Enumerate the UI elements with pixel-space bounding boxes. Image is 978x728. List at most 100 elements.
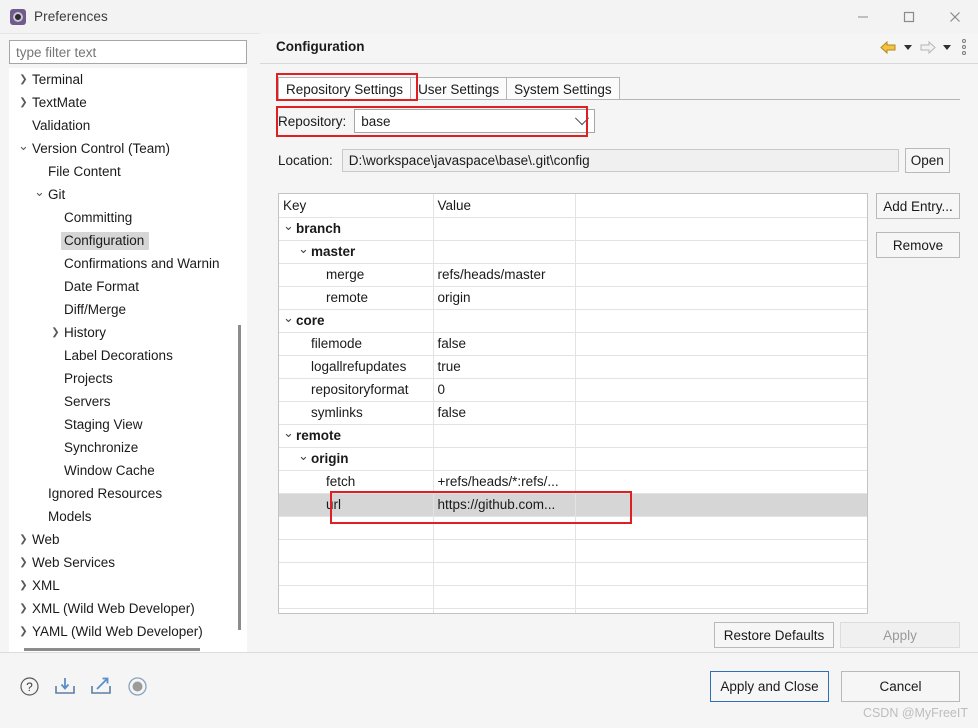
tree-item-yaml-wild-web-developer[interactable]: ❯ YAML (Wild Web Developer)	[9, 620, 247, 643]
table-cell-extra	[575, 608, 867, 613]
tree-item-projects[interactable]: Projects	[9, 367, 247, 390]
tree-item-diff-merge[interactable]: Diff/Merge	[9, 298, 247, 321]
tree-item-confirmations-and-warnin[interactable]: Confirmations and Warnin	[9, 252, 247, 275]
table-row[interactable]	[279, 539, 867, 563]
back-dropdown-caret-icon[interactable]	[900, 36, 915, 58]
chevron-right-icon[interactable]: ❯	[15, 626, 32, 637]
tree-item-git[interactable]: ⌄ Git	[9, 183, 247, 206]
tree-item-validation[interactable]: Validation	[9, 114, 247, 137]
maximize-button[interactable]	[886, 0, 932, 33]
preferences-tree[interactable]: ❯ Terminal ❯ TextMate Validation ⌄ Version Con…	[9, 68, 247, 645]
chevron-down-icon[interactable]: ⌄	[298, 448, 311, 464]
apply-and-close-button[interactable]: Apply and Close	[710, 671, 829, 702]
export-preferences-icon[interactable]	[90, 675, 112, 697]
tree-item-history[interactable]: ❯ History	[9, 321, 247, 344]
forward-dropdown-caret-icon[interactable]	[939, 36, 954, 58]
table-row[interactable]: logallrefupdates true	[279, 355, 867, 379]
tree-item-servers[interactable]: Servers	[9, 390, 247, 413]
chevron-right-icon[interactable]: ❯	[15, 557, 32, 568]
table-row[interactable]: symlinks false	[279, 401, 867, 425]
table-row[interactable]: ⌄ branch	[279, 217, 867, 241]
remove-button[interactable]: Remove	[876, 232, 960, 258]
tab-system-settings[interactable]: System Settings	[506, 77, 620, 100]
repository-combo[interactable]: base	[354, 109, 596, 133]
tree-item-committing[interactable]: Committing	[9, 206, 247, 229]
view-menu-kebab-icon[interactable]	[956, 36, 972, 58]
tree-item-file-content[interactable]: File Content	[9, 160, 247, 183]
table-key-label: logallrefupdates	[311, 359, 407, 374]
tab-user-settings[interactable]: User Settings	[410, 77, 508, 100]
table-row[interactable]	[279, 562, 867, 586]
tree-item-window-cache[interactable]: Window Cache	[9, 459, 247, 482]
table-key-label: symlinks	[311, 405, 363, 420]
table-column-header[interactable]	[575, 194, 867, 218]
tree-item-terminal[interactable]: ❯ Terminal	[9, 68, 247, 91]
chevron-down-icon[interactable]: ⌄	[15, 139, 32, 152]
chevron-down-icon[interactable]: ⌄	[31, 185, 48, 198]
chevron-right-icon[interactable]: ❯	[15, 97, 32, 108]
table-row[interactable]: ⌄ origin	[279, 447, 867, 471]
tree-item-configuration[interactable]: Configuration	[9, 229, 247, 252]
tree-item-staging-view[interactable]: Staging View	[9, 413, 247, 436]
table-cell-extra	[575, 539, 867, 563]
table-key-label: remote	[296, 428, 342, 443]
chevron-right-icon[interactable]: ❯	[15, 74, 32, 85]
tree-item-textmate[interactable]: ❯ TextMate	[9, 91, 247, 114]
restore-defaults-button[interactable]: Restore Defaults	[714, 622, 834, 648]
chevron-right-icon[interactable]: ❯	[15, 580, 32, 591]
help-question-icon[interactable]: ?	[18, 675, 40, 697]
back-arrow-icon[interactable]	[878, 36, 898, 58]
table-row[interactable]: merge refs/heads/master	[279, 263, 867, 287]
tree-item-xml-wild-web-developer[interactable]: ❯ XML (Wild Web Developer)	[9, 597, 247, 620]
tree-item-models[interactable]: Models	[9, 505, 247, 528]
table-row[interactable]	[279, 585, 867, 609]
tree-vertical-scroll-thumb[interactable]	[238, 325, 241, 630]
table-row[interactable]: remote origin	[279, 286, 867, 310]
cancel-button[interactable]: Cancel	[841, 671, 960, 702]
tree-item-ignored-resources[interactable]: Ignored Resources	[9, 482, 247, 505]
minimize-button[interactable]	[840, 0, 886, 33]
tree-item-label-decorations[interactable]: Label Decorations	[9, 344, 247, 367]
forward-arrow-icon[interactable]	[917, 36, 937, 58]
table-row[interactable]	[279, 516, 867, 540]
table-row[interactable]: ⌄ master	[279, 240, 867, 264]
record-circle-icon[interactable]	[126, 675, 148, 697]
table-row[interactable]: repositoryformat 0	[279, 378, 867, 402]
table-column-header[interactable]: Value	[433, 194, 576, 218]
chevron-down-icon[interactable]: ⌄	[283, 218, 296, 234]
chevron-down-icon[interactable]: ⌄	[298, 241, 311, 257]
location-field[interactable]: D:\workspace\javaspace\base\.git\config	[341, 149, 899, 172]
config-table[interactable]: Key Value ⌄ branch ⌄ master merge refs/heads/m…	[278, 193, 868, 614]
table-row[interactable]: url https://github.com...	[279, 493, 867, 517]
chevron-right-icon[interactable]: ❯	[15, 603, 32, 614]
table-row[interactable]: fetch +refs/heads/*:refs/...	[279, 470, 867, 494]
table-cell-value: 0	[433, 378, 576, 402]
filter-input[interactable]	[9, 40, 247, 64]
tab-repository-settings[interactable]: Repository Settings	[278, 77, 412, 100]
apply-button[interactable]: Apply	[840, 622, 960, 648]
add-entry-button[interactable]: Add Entry...	[876, 193, 960, 219]
table-row[interactable]	[279, 608, 867, 613]
tree-item-version-control-team[interactable]: ⌄ Version Control (Team)	[9, 137, 247, 160]
table-column-header[interactable]: Key	[279, 194, 434, 218]
tree-item-synchronize[interactable]: Synchronize	[9, 436, 247, 459]
dialog-footer: ? Apply and Close Cancel	[0, 652, 978, 728]
chevron-right-icon[interactable]: ❯	[15, 534, 32, 545]
import-preferences-icon[interactable]	[54, 675, 76, 697]
tree-vertical-scrollbar[interactable]	[236, 72, 244, 642]
open-button[interactable]: Open	[904, 148, 950, 173]
tree-item-xml[interactable]: ❯ XML	[9, 574, 247, 597]
chevron-right-icon[interactable]: ❯	[47, 327, 64, 338]
close-button[interactable]	[932, 0, 978, 33]
table-cell-key: filemode	[279, 332, 434, 356]
tree-item-web-services[interactable]: ❯ Web Services	[9, 551, 247, 574]
table-header-row: Key Value	[279, 194, 867, 218]
table-row[interactable]: ⌄ remote	[279, 424, 867, 448]
chevron-down-icon[interactable]: ⌄	[283, 310, 296, 326]
table-row[interactable]: filemode false	[279, 332, 867, 356]
chevron-down-icon[interactable]: ⌄	[283, 425, 296, 441]
tree-item-web[interactable]: ❯ Web	[9, 528, 247, 551]
tree-item-date-format[interactable]: Date Format	[9, 275, 247, 298]
tree-horizontal-scroll-thumb[interactable]	[24, 648, 200, 651]
table-row[interactable]: ⌄ core	[279, 309, 867, 333]
